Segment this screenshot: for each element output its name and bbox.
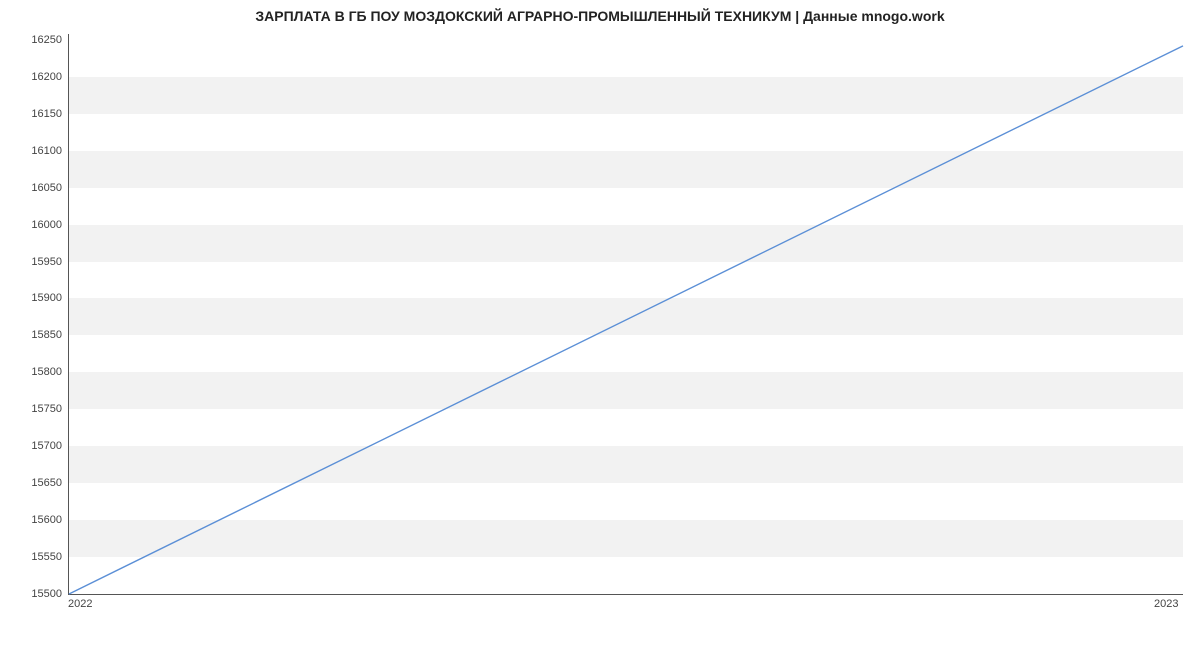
y-tick-label: 15600 <box>8 514 62 526</box>
x-tick-label: 2023 <box>1154 598 1178 610</box>
plot-area <box>68 34 1183 595</box>
data-line <box>69 46 1183 594</box>
y-tick-label: 16200 <box>8 71 62 83</box>
y-tick-label: 16100 <box>8 145 62 157</box>
y-tick-label: 15850 <box>8 329 62 341</box>
y-tick-label: 15800 <box>8 366 62 378</box>
chart-line-layer <box>69 34 1183 594</box>
y-tick-label: 16250 <box>8 34 62 46</box>
y-tick-label: 15750 <box>8 403 62 415</box>
y-tick-label: 15650 <box>8 477 62 489</box>
chart-title: ЗАРПЛАТА В ГБ ПОУ МОЗДОКСКИЙ АГРАРНО-ПРО… <box>0 8 1200 24</box>
y-tick-label: 16150 <box>8 108 62 120</box>
chart-container: ЗАРПЛАТА В ГБ ПОУ МОЗДОКСКИЙ АГРАРНО-ПРО… <box>0 0 1200 650</box>
y-tick-label: 15950 <box>8 256 62 268</box>
y-tick-label: 15700 <box>8 440 62 452</box>
y-tick-label: 15900 <box>8 292 62 304</box>
x-tick-label: 2022 <box>68 598 92 610</box>
y-tick-label: 15500 <box>8 588 62 600</box>
y-tick-label: 16050 <box>8 182 62 194</box>
y-tick-label: 15550 <box>8 551 62 563</box>
y-tick-label: 16000 <box>8 219 62 231</box>
